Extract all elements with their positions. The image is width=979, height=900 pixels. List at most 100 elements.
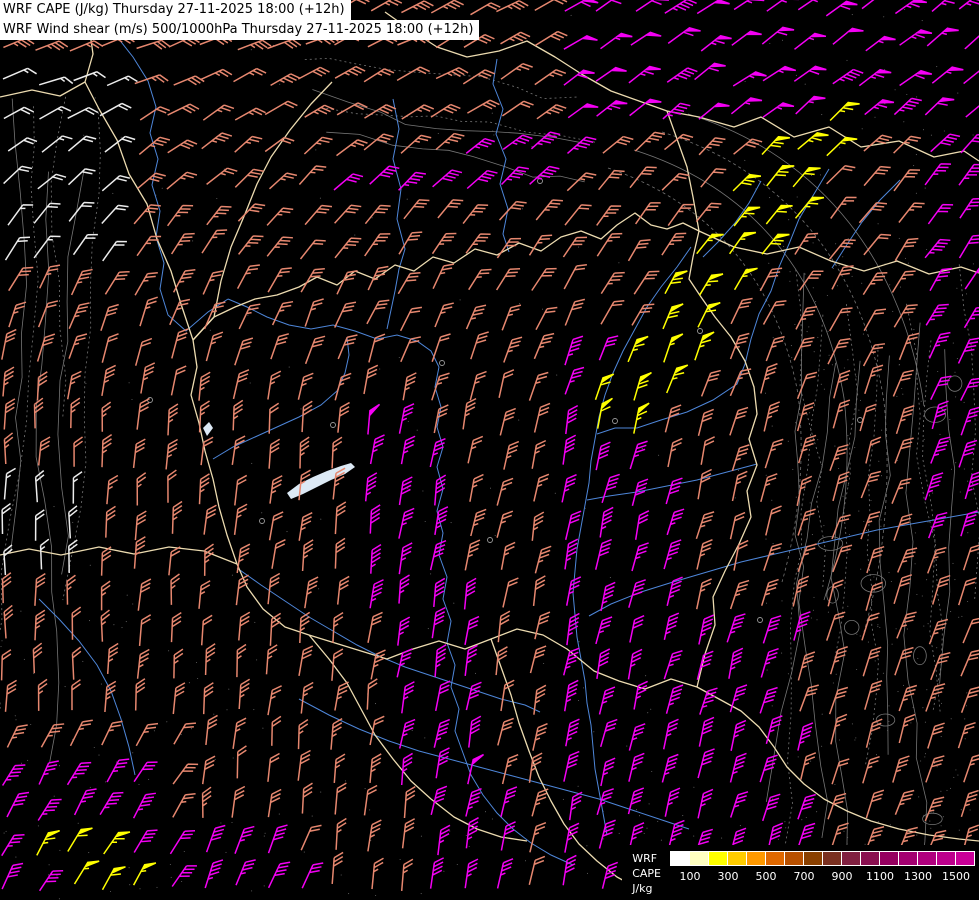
wind-barb [202,104,235,121]
wind-barb [298,512,313,541]
wind-barb [104,135,136,153]
wind-barb [364,233,391,257]
wind-barb [859,403,877,432]
wind-barb [68,505,78,539]
wind-barb [498,369,515,398]
wind-barb [465,787,482,817]
wind-barb [201,786,212,818]
wind-barb [765,204,793,225]
wind-barb [463,577,477,610]
wind-barb [201,755,216,785]
wind-barb [763,542,783,571]
legend-scale: 100 300 500 700 900 1100 1300 1500 [670,851,976,883]
wind-barb [931,400,949,430]
wind-barb [568,791,583,821]
wind-barb [562,236,588,258]
wind-barb [733,539,749,571]
city-marker [487,537,493,543]
wind-barb [232,399,244,431]
wind-barb [960,377,979,401]
wind-barb [203,504,217,535]
wind-barb [496,510,514,538]
wind-barb [697,408,714,436]
wind-barb [3,604,14,639]
wind-barb [634,131,666,152]
wind-barb [826,165,856,185]
wind-barb [36,371,48,401]
wind-barb [925,755,945,783]
wind-barb [800,752,817,780]
wind-barb [733,0,765,11]
wind-barb [698,614,715,645]
wind-barb [336,139,368,157]
wind-barb [892,369,914,397]
wind-barb [793,611,811,641]
wind-barb [899,29,933,46]
river [236,567,541,713]
wind-barb [132,862,157,886]
wind-barb [926,546,947,574]
wind-barb [598,819,616,849]
wind-barb [696,0,730,15]
legend-title: WRF CAPE J/kg [632,851,661,896]
wind-barb [106,474,119,505]
wind-barb [830,713,848,745]
wind-barb [498,200,527,221]
legend-tick-label: 500 [755,870,777,883]
wind-barb [433,577,446,607]
wind-barb [534,0,568,12]
wind-barb [931,574,951,605]
wind-barb [70,268,93,296]
wind-barb [432,169,463,188]
wind-barb [930,436,951,464]
wind-barb [960,406,979,436]
wind-barb [666,508,685,536]
wind-barb [204,643,216,676]
wind-barb [206,167,238,185]
wind-barb [72,233,98,256]
wind-barb [271,539,286,569]
wind-barb [168,546,181,576]
wind-barb [369,504,381,534]
wind-barb [898,202,925,223]
wind-barb [267,685,282,716]
wind-barb [238,611,251,641]
wind-barb [299,239,326,260]
wind-barb [864,98,895,116]
wind-barb [792,575,810,607]
wind-barb [957,337,979,364]
wind-barb [171,865,197,887]
wind-barb [862,755,880,784]
wind-barb [435,132,465,151]
legend-title-line: CAPE [632,867,661,880]
wind-barb [931,0,962,12]
wind-barb [4,236,31,261]
wind-barb [501,100,534,117]
wind-barb [860,511,881,540]
wind-barb [495,646,508,676]
wind-barb [662,718,679,750]
wind-barb [862,646,882,677]
river [492,58,510,253]
wind-barb [2,67,37,80]
wind-barb [561,473,577,503]
wind-barb [635,0,670,12]
wind-barb [563,35,598,50]
wind-barb [765,335,785,362]
wind-barb [533,332,555,360]
wind-barb [698,102,730,120]
wind-barb [700,369,721,397]
wind-barb [465,681,482,711]
wind-barb [35,40,69,51]
wind-barb [761,233,790,255]
wind-barb [206,205,232,226]
wind-barb [331,436,343,469]
contour-line [906,303,941,712]
wind-barb [694,62,726,81]
wind-barb [101,333,119,363]
wind-barb [198,371,211,401]
wind-barb [470,331,489,360]
map-title-line1: WRF CAPE (J/kg) Thursday 27-11-2025 18:0… [0,0,351,20]
wind-barb [795,95,826,115]
wind-barb [104,270,130,295]
